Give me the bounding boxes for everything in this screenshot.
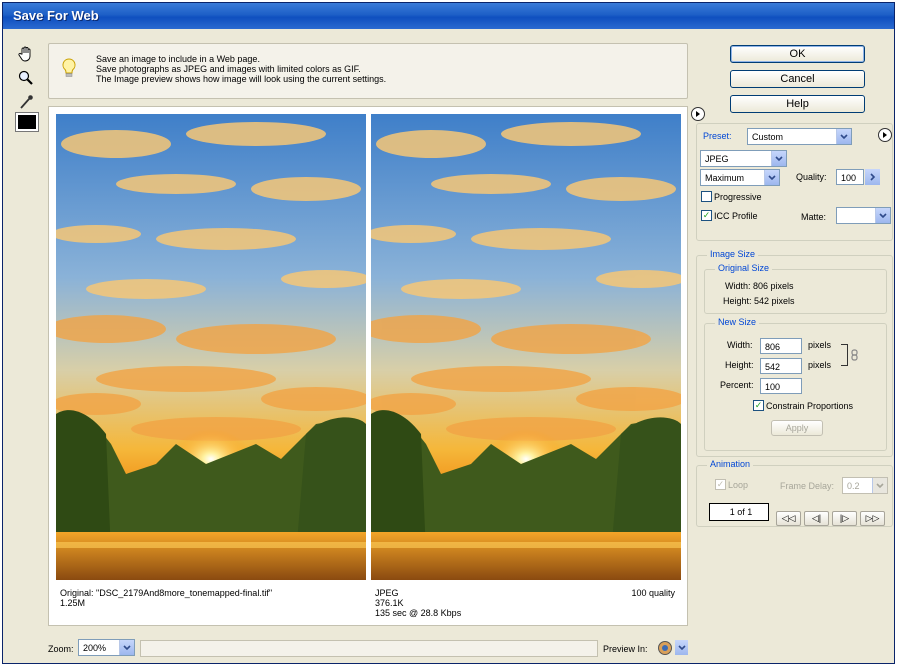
constrain-proportions-checkbox[interactable]: ✓ [753, 400, 764, 411]
progressive-checkbox[interactable] [701, 191, 712, 202]
optimized-quality: 100 quality [631, 588, 675, 598]
info-line: Save an image to include in a Web page. [96, 54, 260, 64]
preview-area: Original: "DSC_2179And8more_tonemapped-f… [48, 106, 688, 626]
width-pixels-label: pixels [808, 340, 832, 350]
chevron-right-icon[interactable] [865, 169, 880, 185]
optimize-menu-icon[interactable] [691, 107, 705, 121]
constrain-proportions-label: Constrain Proportions [766, 401, 854, 411]
window-title: Save For Web [3, 3, 894, 29]
format-select[interactable]: JPEG [700, 150, 787, 167]
chevron-down-icon [875, 208, 890, 223]
frame-counter: 1 of 1 [709, 503, 769, 521]
original-height: Height: 542 pixels [723, 296, 795, 306]
compression-select[interactable]: Maximum [700, 169, 780, 186]
chevron-down-icon [771, 151, 786, 166]
height-input[interactable]: 542 [760, 358, 802, 374]
eyedropper-color-swatch[interactable] [15, 112, 39, 132]
chevron-down-icon [119, 640, 134, 655]
new-size-group: New Size Width: 806 pixels Height: 542 p… [704, 317, 887, 451]
height-pixels-label: pixels [808, 360, 832, 370]
info-line: Save photographs as JPEG and images with… [96, 64, 361, 74]
original-preview-pane: Original: "DSC_2179And8more_tonemapped-f… [56, 114, 366, 622]
bottom-bar: Zoom: 200% Preview In: [48, 639, 688, 659]
optimized-preview-pane: JPEG 376.1K 135 sec @ 28.8 Kbps 100 qual… [371, 114, 681, 622]
optimization-settings: Preset: Custom JPEG Maximum Quality: 100… [696, 123, 893, 241]
frame-delay-label: Frame Delay: [780, 481, 835, 491]
original-caption: Original: "DSC_2179And8more_tonemapped-f… [56, 582, 366, 622]
optimized-filesize: 376.1K [375, 598, 404, 608]
chevron-down-icon [836, 129, 851, 144]
quality-input[interactable]: 100 [836, 169, 864, 185]
browser-icon[interactable] [657, 640, 673, 658]
original-filesize: 1.25M [60, 598, 86, 608]
original-filename: Original: "DSC_2179And8more_tonemapped-f… [60, 588, 273, 598]
original-size-group: Original Size Width: 806 pixels Height: … [704, 263, 887, 314]
zoom-value: 200% [83, 643, 107, 653]
info-text: Save an image to include in a Web page. … [96, 54, 386, 84]
zoom-icon[interactable] [15, 67, 37, 89]
height-label: Height: [725, 360, 754, 370]
zoom-label: Zoom: [48, 644, 74, 654]
compression-value: Maximum [705, 173, 745, 183]
first-frame-button[interactable]: ◁◁ [776, 511, 801, 526]
chevron-down-icon [764, 170, 779, 185]
save-for-web-dialog: Save For Web Save an image to include in… [2, 2, 895, 664]
cancel-button[interactable]: Cancel [730, 70, 865, 88]
info-line: The Image preview shows how image will l… [96, 74, 387, 84]
icc-profile-checkbox[interactable]: ✓ [701, 210, 712, 221]
help-button[interactable]: Help [730, 95, 865, 113]
optimized-download-time: 135 sec @ 28.8 Kbps [375, 608, 462, 618]
ok-button[interactable]: OK [730, 45, 865, 63]
original-size-title: Original Size [715, 263, 773, 273]
previous-frame-button[interactable]: ◁| [804, 511, 829, 526]
loop-checkbox[interactable]: ✓ [715, 479, 726, 490]
frame-delay-select[interactable]: 0.2 [842, 477, 888, 494]
preset-select[interactable]: Custom [747, 128, 852, 145]
optimized-image[interactable] [371, 114, 681, 580]
original-width: Width: 806 pixels [725, 281, 794, 291]
apply-button[interactable]: Apply [771, 420, 823, 436]
original-image[interactable] [56, 114, 366, 580]
preset-label: Preset: [703, 131, 732, 141]
info-panel: Save an image to include in a Web page. … [48, 43, 688, 99]
matte-select[interactable] [836, 207, 891, 224]
icc-profile-label: ICC Profile [714, 211, 758, 221]
quality-label: Quality: [796, 172, 827, 182]
matte-label: Matte: [801, 212, 827, 222]
chevron-down-icon[interactable] [675, 640, 688, 655]
constrain-bracket [841, 344, 848, 366]
loop-label: Loop [728, 480, 749, 490]
format-value: JPEG [705, 154, 729, 164]
optimized-caption: JPEG 376.1K 135 sec @ 28.8 Kbps 100 qual… [371, 582, 681, 622]
image-size-group: Image Size Original Size Width: 806 pixe… [696, 249, 893, 457]
preview-in-label: Preview In: [603, 644, 648, 654]
percent-label: Percent: [720, 380, 754, 390]
status-bar [140, 640, 598, 657]
preset-value: Custom [752, 132, 784, 142]
image-size-title: Image Size [707, 249, 759, 259]
width-label: Width: [727, 340, 753, 350]
progressive-label: Progressive [714, 192, 762, 202]
lightbulb-icon [61, 58, 77, 82]
animation-title: Animation [707, 459, 754, 469]
new-size-title: New Size [715, 317, 760, 327]
eyedropper-icon[interactable] [15, 91, 37, 113]
frame-delay-value: 0.2 [847, 481, 860, 491]
chevron-down-icon [872, 478, 887, 493]
width-input[interactable]: 806 [760, 338, 802, 354]
next-frame-button[interactable]: |▷ [832, 511, 857, 526]
zoom-select[interactable]: 200% [78, 639, 135, 656]
percent-input[interactable]: 100 [760, 378, 802, 394]
settings-menu-icon[interactable] [878, 128, 892, 142]
hand-icon[interactable] [15, 43, 37, 65]
last-frame-button[interactable]: ▷▷ [860, 511, 885, 526]
toolbox [15, 43, 39, 115]
link-chain-icon [851, 349, 859, 363]
